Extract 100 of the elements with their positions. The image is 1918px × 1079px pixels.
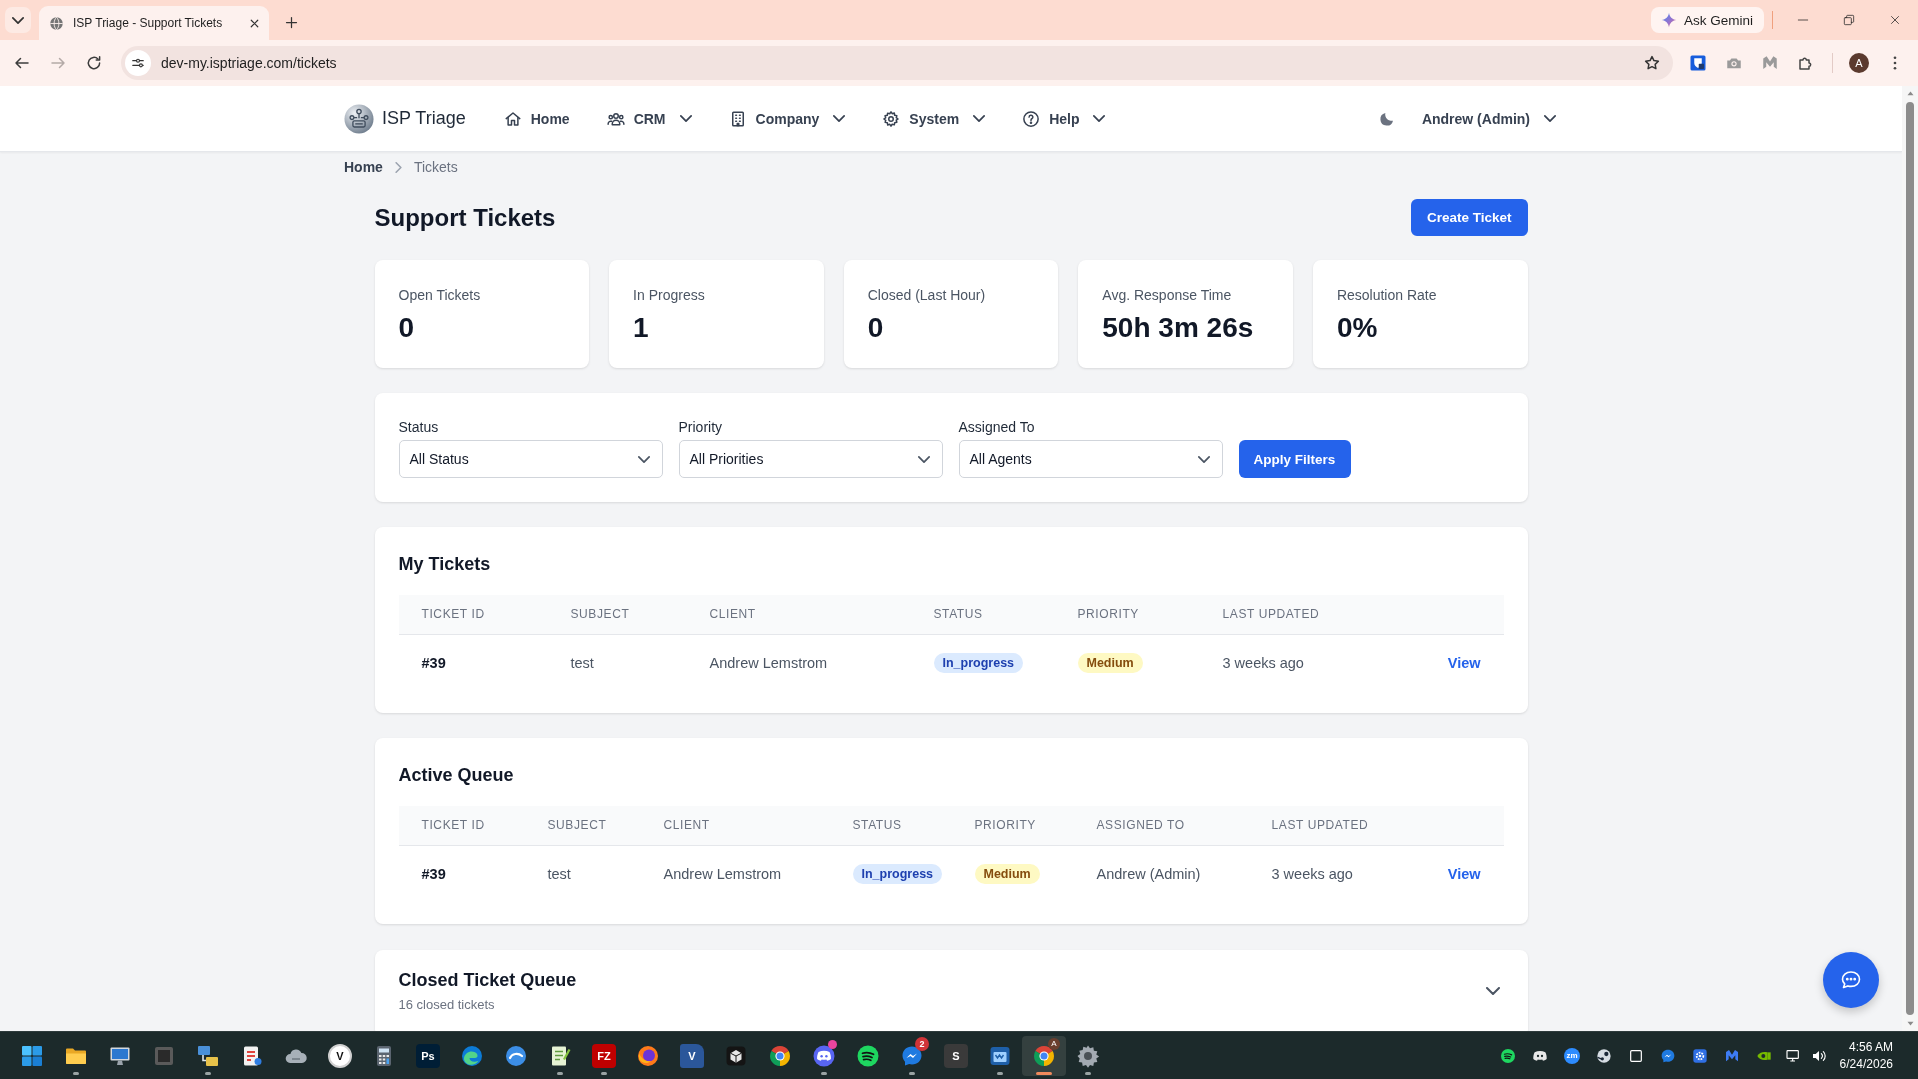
table-cell: 3 weeks ago [1199,634,1380,691]
brand-link[interactable]: ISP Triage [344,103,466,134]
nav-link[interactable]: Home [503,109,570,128]
profile-badge: A [1048,1037,1060,1050]
help-icon [1022,109,1041,128]
m-logo-icon[interactable] [1761,54,1779,72]
select-field[interactable]: All Status [398,440,663,478]
stat-value: 1 [633,311,650,345]
filter-label: Assigned To [958,418,1036,436]
restore-icon[interactable] [1842,13,1856,27]
tune-icon [131,56,145,70]
taskbar-button[interactable]: FZ [582,1035,626,1076]
status-badge: In_progress [933,652,1024,673]
filter-label: Priority [678,418,724,436]
flame-globe-icon[interactable] [636,1043,660,1068]
taskbar-button[interactable]: V [670,1035,714,1076]
taskbar-button[interactable]: 2 [890,1035,934,1076]
stat-label: In Progress [633,286,706,304]
new-tab-icon[interactable] [284,15,299,30]
column-header: TICKET ID [398,806,525,845]
tab-list-button[interactable] [5,7,31,33]
browser-tab[interactable]: ISP Triage - Support Tickets [39,6,269,40]
m-logo-icon[interactable] [1724,1047,1740,1064]
scroll-thumb[interactable] [1906,102,1914,1015]
wave-circle-icon[interactable] [504,1043,528,1068]
scroll-down-icon[interactable] [1905,1020,1915,1028]
breadcrumb-link[interactable]: Home [344,159,383,175]
column-header: STATUS [829,806,952,845]
breadcrumb-current: Tickets [413,159,458,175]
notification-count: 2 [915,1036,929,1051]
priority-badge: Medium [1077,652,1143,673]
network-icon[interactable] [1785,1047,1801,1064]
table-cell: test [547,634,687,691]
scroll-up-icon[interactable] [1905,89,1915,97]
chevron-down-icon [1197,455,1210,463]
letter-disc-icon[interactable]: V [328,1043,352,1068]
nav-menu-button[interactable]: CRM [606,109,692,128]
chat-bubble-icon[interactable] [1660,1047,1676,1064]
sound-waves-icon[interactable] [856,1043,880,1068]
start-icon[interactable] [20,1043,44,1068]
chat-button[interactable] [1823,952,1879,1008]
table-cell: test [524,845,641,902]
panel-title: My Tickets [398,553,492,575]
square-outline-icon[interactable] [1628,1047,1644,1064]
letter-tile-icon[interactable]: FZ [592,1043,616,1068]
select-field[interactable]: All Agents [958,440,1223,478]
stat-value: 50h 3m 26s [1102,311,1255,345]
view-link[interactable]: View [1447,654,1481,671]
chevron-right-icon [394,161,402,173]
taskbar-button[interactable]: S [934,1035,978,1076]
color-wheel-icon[interactable] [768,1043,792,1068]
address-bar[interactable]: dev-my.isptriage.com/tickets [121,46,1673,80]
game-controller-icon[interactable] [812,1043,836,1068]
column-header: STATUS [910,595,1055,634]
taskbar-time: 4:56 AM [1847,1038,1893,1056]
shield-icon[interactable] [1689,54,1707,72]
column-header: PRIORITY [951,806,1074,845]
apply-filters-button[interactable]: Apply Filters [1238,440,1351,478]
column-header: LAST UPDATED [1248,806,1399,845]
table-cell: Andrew Lemstrom [640,845,830,902]
panel-title: Active Queue [398,764,515,786]
sparkle-icon [1660,12,1677,28]
piston-circle-icon[interactable] [1596,1047,1612,1064]
create-ticket-button[interactable]: Create Ticket [1410,199,1528,236]
panel-title: Closed Ticket Queue [398,969,577,991]
settings-icon[interactable] [1076,1043,1100,1068]
stat-value: 0 [398,311,416,345]
column-header: PRIORITY [1054,595,1200,634]
reload-icon[interactable] [85,54,103,72]
swirl-icon[interactable] [460,1043,484,1068]
status-badge: In_progress [852,863,943,884]
nav-menu-button[interactable]: Company [728,109,846,128]
nav-menu-button[interactable]: Help [1022,109,1106,128]
close-icon[interactable] [1888,13,1902,27]
bookmark-star-icon[interactable] [1643,54,1661,72]
ask-gemini-button[interactable]: Ask Gemini [1650,7,1764,33]
nav-menu-button[interactable]: System [882,109,986,128]
select-field[interactable]: All Priorities [678,440,943,478]
column-header: CLIENT [686,595,911,634]
site-info-button[interactable] [125,50,151,76]
sound-waves-icon[interactable] [1500,1047,1516,1064]
network-logo-icon [344,103,374,134]
network-computers-icon[interactable] [196,1043,220,1068]
gear-tile-icon[interactable] [1692,1047,1708,1064]
stat-value: 0% [1336,311,1379,345]
stat-label: Resolution Rate [1336,286,1438,304]
taskbar-button[interactable]: A [1022,1035,1066,1076]
chevron-down-icon[interactable] [1485,987,1500,995]
color-wheel-icon[interactable] [1032,1043,1056,1068]
user-menu-button[interactable]: Andrew (Admin) [1421,110,1556,127]
letter-document-icon[interactable]: V [680,1043,704,1068]
taskbar-button[interactable]: Ps [406,1035,450,1076]
profile-avatar[interactable]: A [1849,53,1869,73]
letter-tile-icon[interactable]: S [944,1043,968,1068]
view-link[interactable]: View [1447,865,1481,882]
column-header: SUBJECT [547,595,687,634]
column-header: CLIENT [640,806,830,845]
letter-tile-icon[interactable]: Ps [416,1043,440,1068]
taskbar-button[interactable]: V [318,1035,362,1076]
stat-label: Open Tickets [398,286,482,304]
